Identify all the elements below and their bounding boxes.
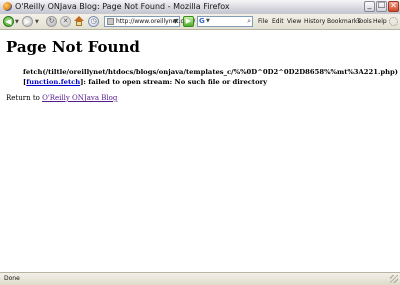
browser-window: O'Reilly ONJava Blog: Page Not Found - M…: [0, 0, 400, 285]
blog-home-link[interactable]: O'Reilly ONJava Blog: [42, 94, 117, 102]
forward-button[interactable]: ▶: [22, 16, 33, 27]
page-heading: Page Not Found: [6, 38, 140, 56]
search-icon[interactable]: ⌕: [247, 17, 251, 26]
window-title: O'Reilly ONJava Blog: Page Not Found - M…: [15, 2, 230, 11]
back-arrow-icon: ◀: [5, 17, 12, 26]
menu-file[interactable]: File: [258, 16, 268, 27]
search-box[interactable]: G ▼ ⌕: [197, 16, 253, 27]
minimize-icon: _: [367, 0, 372, 9]
resize-grip-icon[interactable]: [390, 275, 398, 283]
menu-history[interactable]: History: [304, 16, 325, 27]
return-prefix: Return to: [6, 94, 43, 102]
maximize-button[interactable]: □: [376, 0, 387, 12]
url-bar[interactable]: http://www.oreillynet.com/ ▼: [104, 16, 195, 27]
status-text: Done: [4, 275, 20, 282]
stop-icon: ✕: [62, 17, 69, 25]
go-arrow-icon: ▶: [185, 17, 192, 25]
page-content: Page Not Found fetch(/tiltle/oreillynet/…: [0, 30, 400, 272]
menu-bookmarks[interactable]: Bookmarks: [327, 16, 361, 27]
function-fetch-link[interactable]: function.fetch: [26, 78, 80, 86]
reload-button[interactable]: ↻: [46, 16, 57, 27]
maximize-icon: □: [377, 0, 386, 9]
go-button[interactable]: ▶: [183, 16, 194, 27]
menu-view[interactable]: View: [287, 16, 301, 27]
firefox-icon: [3, 2, 12, 11]
back-history-dropdown-icon[interactable]: ▼: [15, 19, 19, 25]
search-engine-dropdown-icon[interactable]: ▼: [206, 18, 210, 24]
close-icon: ✕: [390, 1, 397, 10]
google-search-engine-icon[interactable]: G: [199, 17, 205, 26]
title-bar: O'Reilly ONJava Blog: Page Not Found - M…: [0, 0, 400, 15]
error-text-suffix: ]: failed to open stream: No such file o…: [80, 78, 268, 86]
menu-help[interactable]: Help: [373, 16, 387, 27]
forward-history-dropdown-icon[interactable]: ▼: [35, 19, 39, 25]
home-icon-walls: [76, 21, 82, 26]
forward-arrow-icon: ▶: [24, 17, 31, 26]
history-button[interactable]: ◷: [88, 16, 99, 27]
close-button[interactable]: ✕: [388, 1, 399, 12]
menu-edit[interactable]: Edit: [272, 16, 284, 27]
minimize-button[interactable]: _: [364, 0, 375, 12]
reload-icon: ↻: [48, 17, 55, 25]
url-dropdown-icon[interactable]: ▼: [173, 17, 178, 26]
home-button[interactable]: [74, 16, 85, 27]
stop-button[interactable]: ✕: [60, 16, 71, 27]
back-button[interactable]: ◀: [3, 16, 14, 27]
loading-throbber-icon: [389, 17, 398, 26]
page-favicon-icon: [107, 18, 114, 25]
menu-tools[interactable]: Tools: [357, 16, 372, 27]
error-message: fetch(/tiltle/oreillynet/htdocs/blogs/on…: [23, 67, 398, 87]
return-line: Return to O'Reilly ONJava Blog: [6, 93, 117, 103]
clock-icon: ◷: [90, 17, 97, 25]
navigation-toolbar: ◀ ▼ ▶ ▼ ↻ ✕ ◷ http://www.oreillynet.com/…: [0, 14, 400, 30]
status-bar: Done: [0, 272, 400, 285]
